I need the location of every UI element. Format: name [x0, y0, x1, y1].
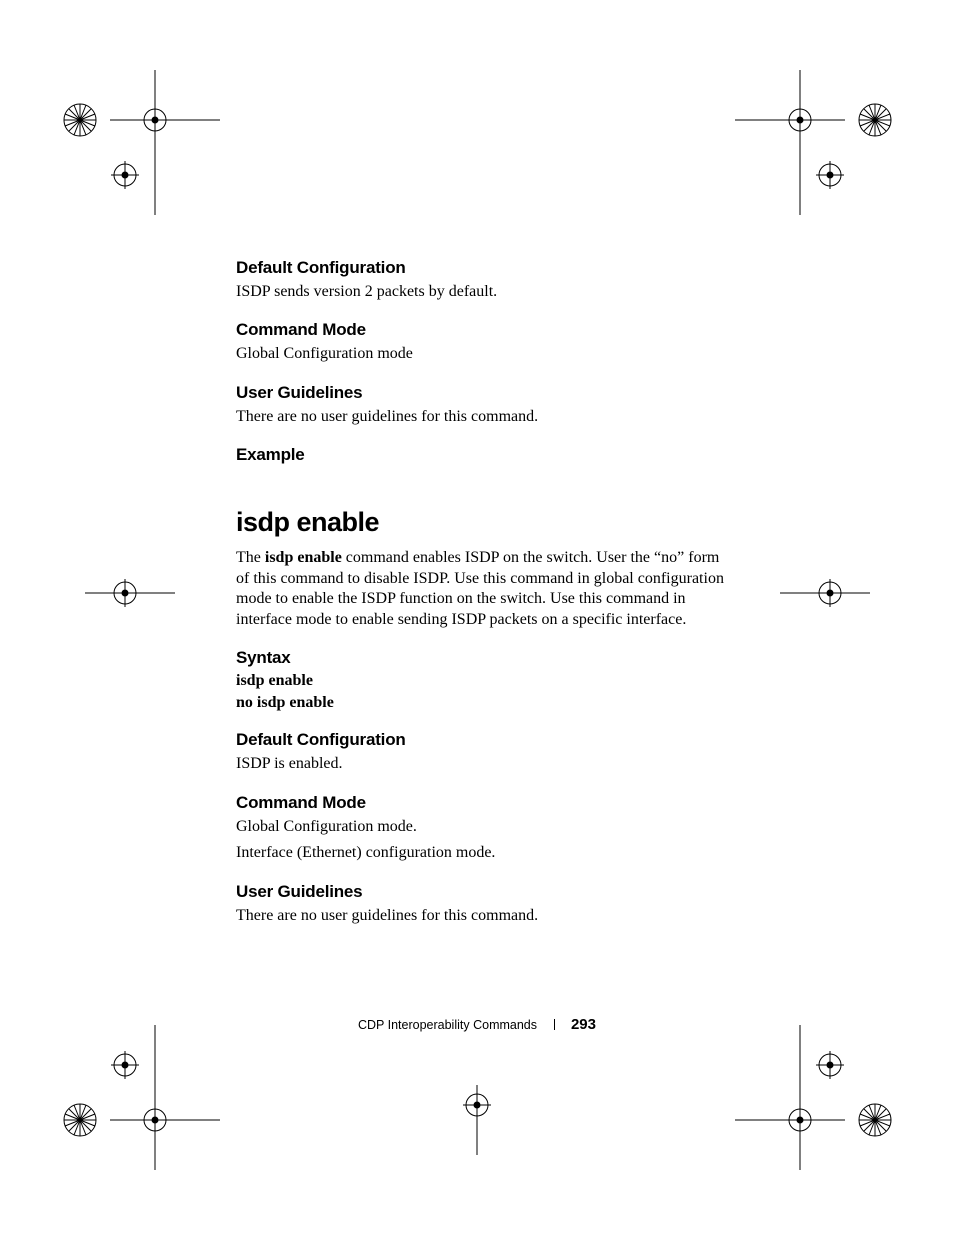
heading-default-config-1: Default Configuration — [236, 258, 726, 278]
command-title: isdp enable — [236, 507, 726, 538]
command-description: The isdp enable command enables ISDP on … — [236, 548, 726, 630]
heading-example: Example — [236, 445, 726, 465]
footer-page-number: 293 — [571, 1016, 596, 1033]
cropmark-top-right — [735, 70, 905, 220]
heading-command-mode-2: Command Mode — [236, 793, 726, 813]
page-content: Default Configuration ISDP sends version… — [236, 258, 726, 944]
cropmark-bottom-center — [457, 1085, 497, 1155]
heading-syntax: Syntax — [236, 648, 726, 668]
body-command-mode-2a: Global Configuration mode. — [236, 817, 726, 837]
body-command-mode-1: Global Configuration mode — [236, 344, 726, 364]
cropmark-bottom-right — [735, 1020, 905, 1170]
body-user-guidelines-1: There are no user guidelines for this co… — [236, 407, 726, 427]
desc-bold: isdp enable — [265, 549, 342, 566]
cropmark-left-mid — [85, 573, 175, 613]
heading-default-config-2: Default Configuration — [236, 730, 726, 750]
heading-command-mode-1: Command Mode — [236, 320, 726, 340]
desc-prefix: The — [236, 549, 265, 566]
footer-chapter: CDP Interoperability Commands — [358, 1018, 537, 1032]
syntax-line-2: no isdp enable — [236, 694, 726, 712]
body-default-config-1: ISDP sends version 2 packets by default. — [236, 282, 726, 302]
footer-separator — [554, 1019, 555, 1030]
page-footer: CDP Interoperability Commands 293 — [0, 1016, 954, 1033]
body-default-config-2: ISDP is enabled. — [236, 754, 726, 774]
heading-user-guidelines-2: User Guidelines — [236, 882, 726, 902]
cropmark-bottom-left — [60, 1020, 220, 1170]
cropmark-top-left — [60, 70, 220, 220]
body-user-guidelines-2: There are no user guidelines for this co… — [236, 906, 726, 926]
cropmark-right-mid — [780, 573, 870, 613]
heading-user-guidelines-1: User Guidelines — [236, 383, 726, 403]
body-command-mode-2b: Interface (Ethernet) configuration mode. — [236, 843, 726, 863]
syntax-line-1: isdp enable — [236, 672, 726, 690]
